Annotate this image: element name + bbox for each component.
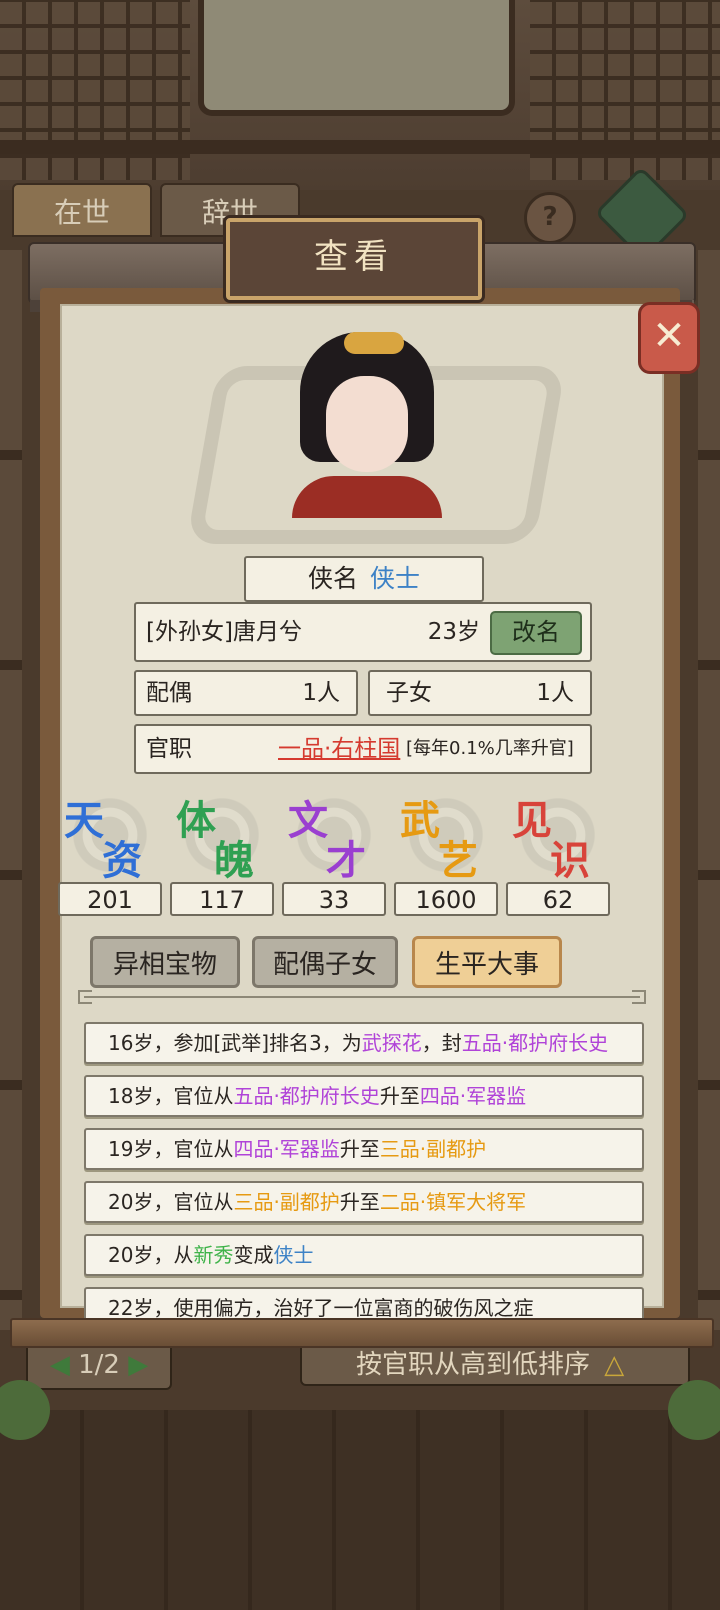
stat-literary-icon: 文 才 — [282, 788, 386, 884]
stat-talent-char2: 资 — [102, 837, 142, 884]
stat-martial-char1: 武 — [400, 797, 440, 844]
sort-triangle-icon: △ — [604, 1350, 625, 1380]
life-event-text: 五品·都护府长史 — [461, 1031, 609, 1055]
life-event-text: 变成 — [233, 1243, 274, 1267]
stat-literary-char2: 才 — [326, 837, 366, 884]
title-name-box: 侠名 侠士 — [244, 556, 484, 602]
life-event-text: 三品·副都护 — [233, 1190, 340, 1214]
life-event-text: 升至 — [379, 1084, 420, 1108]
life-event-text: 19岁，官位从 — [108, 1137, 234, 1161]
life-event-item: 20岁，从新秀变成侠士 — [84, 1234, 644, 1276]
life-event-text: 二品·镇军大将军 — [379, 1190, 527, 1214]
modal-title: 查看 — [226, 218, 482, 300]
modal-frame: 侠名 侠士 [外孙女]唐月兮 23岁 改名 配偶 1人 子女 1人 官职 一品·右… — [40, 288, 680, 1329]
person-info-row: [外孙女]唐月兮 23岁 改名 — [134, 602, 592, 662]
stat-knowledge-value: 62 — [506, 882, 610, 916]
life-event-text: 20岁，从 — [108, 1243, 194, 1267]
left-side-strip — [0, 250, 22, 1350]
life-event-text: ，封 — [421, 1031, 462, 1055]
person-name: [外孙女]唐月兮 — [146, 619, 302, 645]
stat-martial-icon: 武 艺 — [394, 788, 498, 884]
stat-martial-value: 1600 — [394, 882, 498, 916]
tab-treasures[interactable]: 异相宝物 — [90, 936, 240, 988]
sort-label: 按官职从高到低排序 — [356, 1350, 591, 1380]
life-event-item: 19岁，官位从四品·军器监升至三品·副都护 — [84, 1128, 644, 1170]
children-row: 子女 1人 — [368, 670, 592, 716]
stat-knowledge-char1: 见 — [512, 797, 552, 844]
spouse-row: 配偶 1人 — [134, 670, 358, 716]
right-side-strip — [698, 250, 720, 1350]
title-name-value: 侠士 — [370, 564, 421, 593]
stat-knowledge: 见 识 62 — [506, 788, 610, 916]
page-indicator: 1/2 — [78, 1350, 120, 1380]
stat-talent: 天 资 201 — [58, 788, 162, 916]
person-age: 23岁 — [427, 619, 480, 645]
stat-knowledge-char2: 识 — [550, 837, 590, 884]
stat-talent-value: 201 — [58, 882, 162, 916]
character-detail-modal: 侠名 侠士 [外孙女]唐月兮 23岁 改名 配偶 1人 子女 1人 官职 一品·右… — [10, 218, 714, 1348]
life-event-text: 16岁，参加[武举]排名3，为 — [108, 1031, 362, 1055]
life-event-text: 四品·军器监 — [419, 1084, 527, 1108]
children-count: 1人 — [536, 680, 574, 706]
office-label: 官职 — [146, 736, 192, 762]
stat-literary-char1: 文 — [288, 797, 328, 844]
hair-ornament — [344, 332, 404, 354]
life-event-item: 16岁，参加[武举]排名3，为武探花，封五品·都护府长史 — [84, 1022, 644, 1064]
life-events-list: 16岁，参加[武举]排名3，为武探花，封五品·都护府长史 18岁，官位从五品·都护… — [84, 1022, 644, 1340]
prev-page-icon[interactable]: ◀ — [50, 1350, 70, 1380]
stat-physique-icon: 体 魄 — [170, 788, 274, 884]
life-event-text: 22岁，使用偏方，治好了一位富商的破伤风之症 — [108, 1296, 534, 1320]
office-row: 官职 一品·右柱国 [每年0.1%几率升官] — [134, 724, 592, 774]
modal-panel: 侠名 侠士 [外孙女]唐月兮 23岁 改名 配偶 1人 子女 1人 官职 一品·右… — [58, 304, 664, 1329]
rename-button[interactable]: 改名 — [490, 611, 582, 655]
stat-martial-char2: 艺 — [438, 837, 478, 884]
office-rank-link[interactable]: 一品·右柱国 — [278, 726, 400, 772]
stat-talent-char1: 天 — [64, 797, 104, 844]
stat-literary-value: 33 — [282, 882, 386, 916]
stat-martial: 武 艺 1600 — [394, 788, 498, 916]
stat-literary: 文 才 33 — [282, 788, 386, 916]
plant-decoration-right — [668, 1380, 720, 1440]
portrait-robe — [292, 476, 442, 518]
close-icon[interactable]: ✕ — [638, 302, 700, 374]
next-page-icon[interactable]: ▶ — [128, 1350, 148, 1380]
life-event-item: 20岁，官位从三品·副都护升至二品·镇军大将军 — [84, 1181, 644, 1223]
hanging-painting — [198, 0, 515, 116]
life-event-text: 三品·副都护 — [379, 1137, 487, 1161]
character-portrait — [292, 326, 442, 518]
stat-talent-icon: 天 资 — [58, 788, 162, 884]
office-note: [每年0.1%几率升官] — [406, 738, 574, 759]
life-event-text: 18岁，官位从 — [108, 1084, 234, 1108]
stat-knowledge-icon: 见 识 — [506, 788, 610, 884]
section-divider — [78, 990, 646, 1006]
life-event-text: 五品·都护府长史 — [233, 1084, 380, 1108]
stat-physique-value: 117 — [170, 882, 274, 916]
stat-physique: 体 魄 117 — [170, 788, 274, 916]
tab-life-events[interactable]: 生平大事 — [412, 936, 562, 988]
life-event-text: 升至 — [339, 1190, 380, 1214]
title-name-label: 侠名 — [307, 564, 358, 593]
spouse-label: 配偶 — [146, 680, 192, 706]
children-label: 子女 — [386, 680, 432, 706]
modal-base-beam — [10, 1318, 714, 1348]
wooden-beam — [0, 140, 720, 154]
life-event-text: 侠士 — [273, 1243, 314, 1267]
life-event-text: 新秀 — [193, 1243, 234, 1267]
stat-physique-char2: 魄 — [214, 837, 254, 884]
tab-spouse-children[interactable]: 配偶子女 — [252, 936, 398, 988]
portrait-area — [186, 326, 566, 544]
life-event-text: 四品·军器监 — [233, 1137, 340, 1161]
life-event-text: 20岁，官位从 — [108, 1190, 234, 1214]
wooden-floor — [0, 1410, 720, 1610]
spouse-count: 1人 — [302, 680, 340, 706]
life-event-text: 武探花 — [361, 1031, 422, 1055]
life-event-text: 升至 — [339, 1137, 380, 1161]
stat-physique-char1: 体 — [176, 797, 216, 844]
life-event-item: 18岁，官位从五品·都护府长史升至四品·军器监 — [84, 1075, 644, 1117]
portrait-face — [326, 376, 408, 472]
